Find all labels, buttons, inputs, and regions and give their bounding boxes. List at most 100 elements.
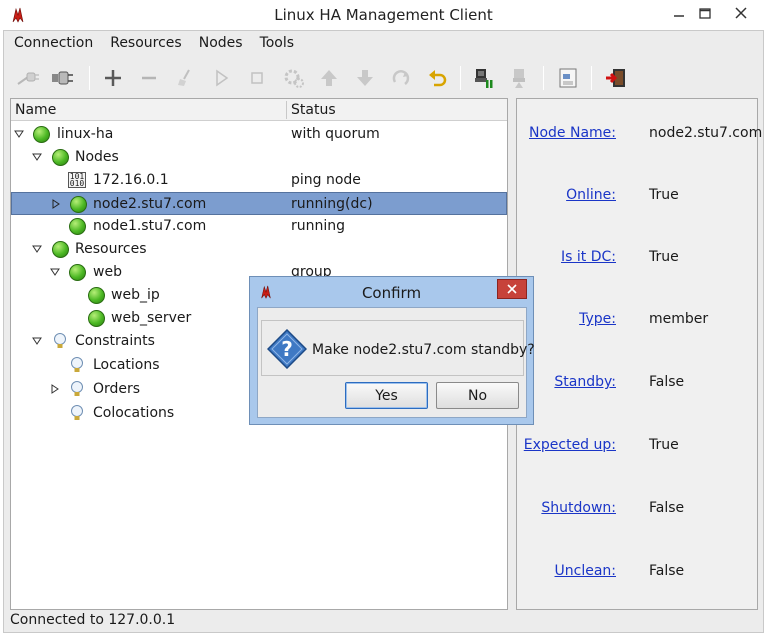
collapsed-arrow-icon[interactable] bbox=[49, 197, 63, 211]
refresh-icon bbox=[392, 70, 410, 86]
node-properties-panel: Node Name: node2.stu7.com Online: True I… bbox=[516, 98, 762, 610]
active-button[interactable] bbox=[506, 64, 534, 92]
minimize-icon bbox=[674, 15, 684, 17]
exit-button[interactable] bbox=[602, 64, 630, 92]
standby-button[interactable] bbox=[470, 64, 498, 92]
prop-key-unclean[interactable]: Unclean: bbox=[555, 563, 617, 579]
green-status-icon bbox=[68, 217, 86, 235]
maximize-button[interactable] bbox=[690, 2, 720, 24]
tree-row-status: with quorum bbox=[291, 126, 380, 142]
cleanup-icon bbox=[178, 69, 190, 86]
toolbar bbox=[4, 60, 760, 94]
remove-button[interactable] bbox=[135, 64, 163, 92]
menu-connection[interactable]: Connection bbox=[4, 32, 100, 54]
title-bar: Linux HA Management Client bbox=[0, 0, 767, 30]
prop-key-node-name[interactable]: Node Name: bbox=[529, 125, 616, 141]
lightbulb-icon bbox=[68, 404, 86, 422]
tree-row-label: linux-ha bbox=[57, 126, 114, 142]
dialog-close-button[interactable] bbox=[497, 279, 527, 299]
lightbulb-icon bbox=[51, 332, 69, 350]
tree-row-label: web_server bbox=[111, 310, 192, 326]
prop-value-node-name: node2.stu7.com bbox=[649, 125, 763, 141]
stop-button[interactable] bbox=[243, 64, 271, 92]
menu-nodes[interactable]: Nodes bbox=[189, 32, 250, 54]
expanded-arrow-icon[interactable] bbox=[48, 265, 62, 279]
menu-resources[interactable]: Resources bbox=[100, 32, 189, 54]
stop-icon bbox=[251, 72, 263, 84]
login-button[interactable] bbox=[14, 64, 42, 92]
default-button[interactable] bbox=[279, 64, 307, 92]
green-status-icon bbox=[87, 286, 105, 304]
tree-row-nodes[interactable]: Nodes bbox=[11, 146, 507, 169]
prop-value-online: True bbox=[649, 187, 679, 203]
tree-header: Name Status bbox=[11, 99, 507, 121]
tree-row-label: Nodes bbox=[75, 149, 119, 165]
remove-icon bbox=[142, 76, 156, 80]
expanded-arrow-icon[interactable] bbox=[30, 334, 44, 348]
green-status-icon bbox=[87, 309, 105, 327]
dialog-body: ? Make node2.stu7.com standby? Yes No bbox=[257, 307, 535, 418]
tree-row-label: node1.stu7.com bbox=[93, 218, 207, 234]
move-up-button[interactable] bbox=[315, 64, 343, 92]
green-status-icon bbox=[68, 263, 86, 281]
window-close-button[interactable] bbox=[717, 2, 765, 24]
tree-row-label: node2.stu7.com bbox=[93, 196, 207, 212]
status-bar-text: Connected to 127.0.0.1 bbox=[10, 612, 176, 628]
refresh-button[interactable] bbox=[387, 64, 415, 92]
column-header-status[interactable]: Status bbox=[291, 102, 336, 118]
tree-row-node1[interactable]: node1.stu7.com running bbox=[11, 215, 507, 238]
prop-value-type: member bbox=[649, 311, 709, 327]
tree-row-label: Constraints bbox=[75, 333, 155, 349]
prop-key-is-dc[interactable]: Is it DC: bbox=[561, 249, 616, 265]
prop-value-unclean: False bbox=[649, 563, 685, 579]
expanded-arrow-icon[interactable] bbox=[12, 127, 26, 141]
logout-button[interactable] bbox=[48, 64, 76, 92]
menu-tools[interactable]: Tools bbox=[250, 32, 302, 54]
login-icon bbox=[17, 72, 39, 85]
yes-button[interactable]: Yes bbox=[345, 382, 428, 409]
close-icon bbox=[735, 7, 747, 19]
prop-key-online[interactable]: Online: bbox=[566, 187, 616, 203]
add-icon bbox=[105, 70, 121, 86]
tree-row-label: Colocations bbox=[93, 405, 175, 421]
column-header-name[interactable]: Name bbox=[15, 102, 56, 118]
tree-row-label: Orders bbox=[93, 381, 141, 397]
expanded-arrow-icon[interactable] bbox=[30, 150, 44, 164]
prop-key-standby[interactable]: Standby: bbox=[554, 374, 616, 390]
prop-key-type[interactable]: Type: bbox=[579, 311, 616, 327]
ip-address-icon: 101 010 bbox=[68, 172, 86, 188]
prop-key-expected-up[interactable]: Expected up: bbox=[524, 437, 616, 453]
tree-row-label: 172.16.0.1 bbox=[93, 172, 169, 188]
prop-value-standby: False bbox=[649, 374, 685, 390]
green-status-icon bbox=[51, 148, 69, 166]
prop-value-expected-up: True bbox=[649, 437, 679, 453]
start-icon bbox=[216, 69, 229, 87]
no-button[interactable]: No bbox=[436, 382, 519, 409]
add-button[interactable] bbox=[99, 64, 127, 92]
default-icon bbox=[284, 69, 304, 88]
collapsed-arrow-icon[interactable] bbox=[48, 382, 62, 396]
tree-row-resources[interactable]: Resources bbox=[11, 238, 507, 261]
expanded-arrow-icon[interactable] bbox=[30, 242, 44, 256]
cleanup-button[interactable] bbox=[171, 64, 199, 92]
view-xml-button[interactable] bbox=[554, 64, 582, 92]
menu-bar: Connection Resources Nodes Tools bbox=[4, 32, 301, 54]
prop-key-shutdown[interactable]: Shutdown: bbox=[541, 500, 616, 516]
lightbulb-icon bbox=[68, 356, 86, 374]
tree-row-node2[interactable]: node2.stu7.com running(dc) bbox=[11, 192, 507, 215]
undo-button[interactable] bbox=[423, 64, 451, 92]
logout-icon bbox=[52, 71, 73, 85]
close-icon bbox=[507, 284, 517, 294]
tree-row-label: web_ip bbox=[111, 287, 160, 303]
green-status-icon bbox=[51, 240, 69, 258]
window-title: Linux HA Management Client bbox=[274, 6, 493, 24]
move-up-icon bbox=[321, 70, 337, 86]
tree-row-ping-node[interactable]: 101 010 172.16.0.1 ping node bbox=[11, 169, 507, 192]
move-down-button[interactable] bbox=[351, 64, 379, 92]
prop-value-shutdown: False bbox=[649, 500, 685, 516]
start-button[interactable] bbox=[207, 64, 235, 92]
svg-text:?: ? bbox=[281, 337, 293, 361]
tree-row-linux-ha[interactable]: linux-ha with quorum bbox=[11, 123, 507, 146]
tree-row-status: running bbox=[291, 218, 346, 234]
dialog-message: Make node2.stu7.com standby? bbox=[312, 342, 535, 358]
